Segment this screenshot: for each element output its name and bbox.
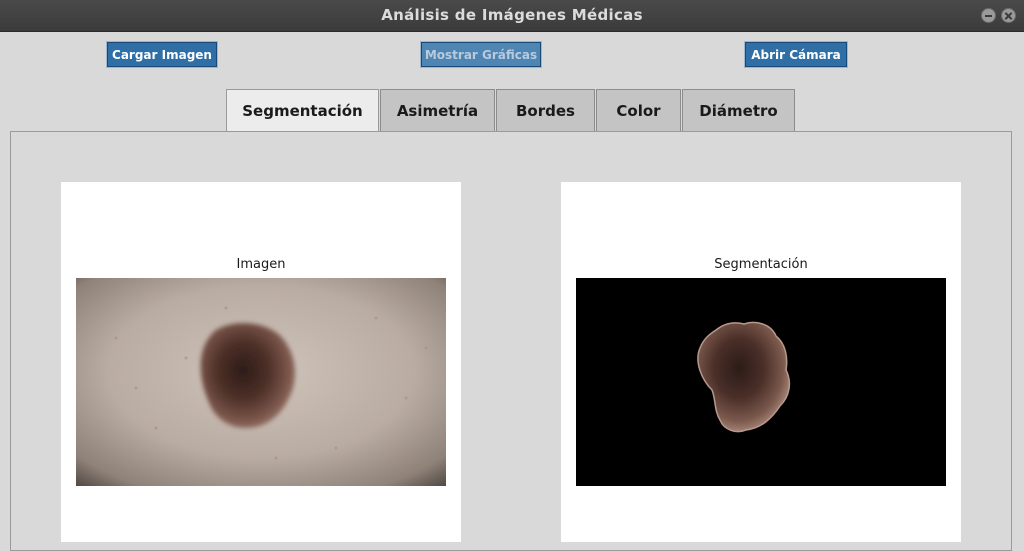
show-charts-button[interactable]: Mostrar Gráficas bbox=[420, 41, 542, 68]
window-title: Análisis de Imágenes Médicas bbox=[381, 6, 643, 24]
tab-segmentacion[interactable]: Segmentación bbox=[226, 89, 379, 132]
tab-asimetria[interactable]: Asimetría bbox=[380, 89, 495, 131]
load-image-button[interactable]: Cargar Imagen bbox=[106, 41, 218, 68]
tab-bordes[interactable]: Bordes bbox=[496, 89, 595, 131]
segmented-image bbox=[576, 278, 946, 486]
original-image-card: Imagen bbox=[61, 182, 461, 542]
original-image-title: Imagen bbox=[236, 257, 286, 272]
close-icon[interactable] bbox=[1001, 8, 1016, 23]
open-camera-button[interactable]: Abrir Cámara bbox=[744, 41, 848, 68]
original-image bbox=[76, 278, 446, 486]
segmented-image-card: Segmentación bbox=[561, 182, 961, 542]
tab-color[interactable]: Color bbox=[596, 89, 681, 131]
window-titlebar: Análisis de Imágenes Médicas bbox=[0, 0, 1024, 32]
tab-diametro[interactable]: Diámetro bbox=[682, 89, 795, 131]
segmented-image-title: Segmentación bbox=[714, 257, 808, 272]
minimize-icon[interactable] bbox=[981, 8, 996, 23]
